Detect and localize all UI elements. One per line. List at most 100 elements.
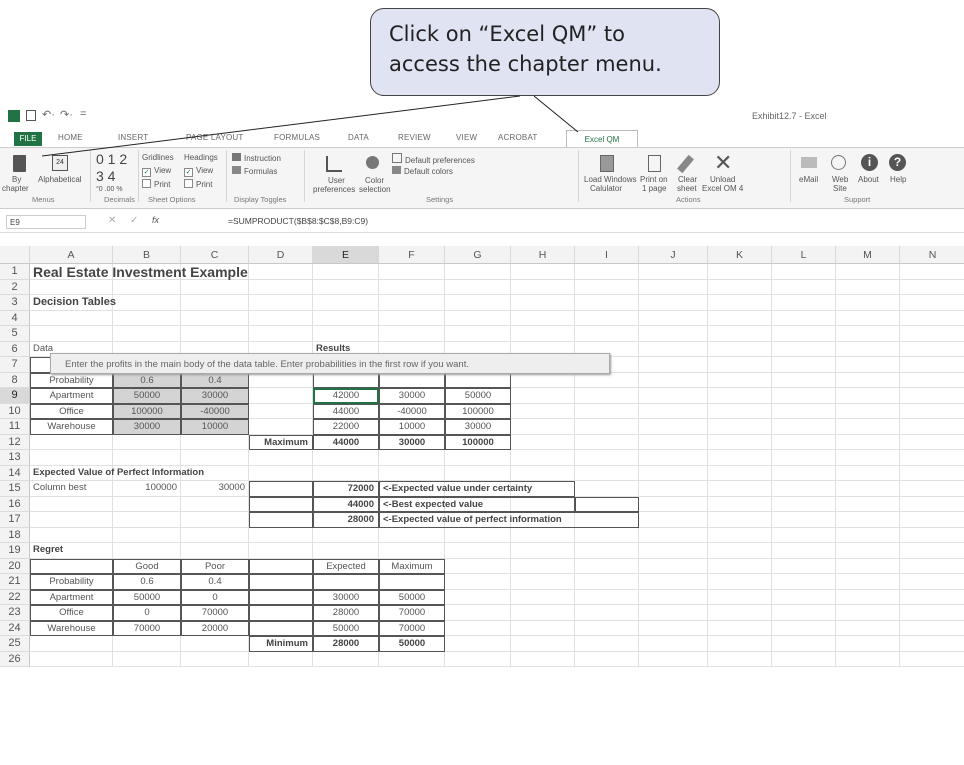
instruction-toggle[interactable]: Instruction xyxy=(232,153,281,163)
row-header-12[interactable]: 12 xyxy=(0,434,30,450)
column-header-b[interactable]: B xyxy=(113,246,181,264)
section-evpi[interactable]: Expected Value of Perfect Information xyxy=(30,466,313,482)
data-cell[interactable]: Office xyxy=(30,403,113,419)
maximum-value[interactable]: 30000 xyxy=(379,434,445,450)
row-header-3[interactable]: 3 xyxy=(0,295,30,311)
row-header-17[interactable]: 17 xyxy=(0,512,30,528)
print-one-page-button[interactable]: Print on 1 page xyxy=(636,152,672,194)
column-header-f[interactable]: F xyxy=(379,246,445,264)
data-cell[interactable]: 30000 xyxy=(445,419,511,435)
tab-view[interactable]: VIEW xyxy=(456,133,477,142)
save-icon[interactable] xyxy=(26,110,36,121)
evpi-value[interactable]: 28000 xyxy=(313,512,379,528)
tab-excel-qm[interactable]: Excel QM xyxy=(566,130,638,148)
headings-print-checkbox[interactable]: Print xyxy=(184,179,212,189)
help-button[interactable]: ? Help xyxy=(884,152,912,194)
data-cell[interactable]: -40000 xyxy=(181,403,249,419)
minimum-label[interactable]: Minimum xyxy=(249,636,313,652)
row-header-24[interactable]: 24 xyxy=(0,620,30,636)
empty-cell[interactable] xyxy=(313,574,379,590)
row-header-2[interactable]: 2 xyxy=(0,279,30,295)
evpi-label[interactable]: <-Expected value under certainty xyxy=(379,481,575,497)
row-header-1[interactable]: 1 xyxy=(0,264,30,280)
undo-icon[interactable]: ↶· xyxy=(42,108,55,121)
row-header-7[interactable]: 7 xyxy=(0,357,30,373)
sheet-title[interactable]: Real Estate Investment Example xyxy=(30,264,313,280)
column-header-i[interactable]: I xyxy=(575,246,639,264)
row-header-9[interactable]: 9 xyxy=(0,388,30,404)
tab-formulas[interactable]: FORMULAS xyxy=(274,133,320,142)
about-button[interactable]: i About xyxy=(854,152,884,194)
row-header-18[interactable]: 18 xyxy=(0,527,30,543)
row-header-19[interactable]: 19 xyxy=(0,543,30,559)
table-header-cell[interactable]: Poor xyxy=(181,558,249,574)
empty-cell[interactable] xyxy=(249,589,313,605)
empty-cell[interactable] xyxy=(249,558,313,574)
tab-acrobat[interactable]: ACROBAT xyxy=(498,133,537,142)
row-header-16[interactable]: 16 xyxy=(0,496,30,512)
column-header-n[interactable]: N xyxy=(900,246,964,264)
regret-cell[interactable]: 28000 xyxy=(313,605,379,621)
customize-quick-access-icon[interactable]: = xyxy=(80,108,86,120)
regret-cell[interactable]: 70000 xyxy=(113,620,181,636)
data-cell[interactable]: 30000 xyxy=(379,388,445,404)
section-decision-tables[interactable]: Decision Tables xyxy=(30,295,181,311)
regret-cell[interactable]: 0 xyxy=(113,605,181,621)
column-header-j[interactable]: J xyxy=(639,246,708,264)
empty-cell[interactable] xyxy=(249,496,313,512)
data-cell[interactable]: 10000 xyxy=(379,419,445,435)
tab-review[interactable]: REVIEW xyxy=(398,133,431,142)
row-header-25[interactable]: 25 xyxy=(0,636,30,652)
row-header-13[interactable]: 13 xyxy=(0,450,30,466)
tab-data[interactable]: DATA xyxy=(348,133,369,142)
empty-cell[interactable] xyxy=(575,496,639,512)
row-header-5[interactable]: 5 xyxy=(0,326,30,342)
probability-cell[interactable]: 0.4 xyxy=(181,574,249,590)
decimals-row-2[interactable]: 3 4 xyxy=(96,168,115,184)
regret-cell[interactable]: 20000 xyxy=(181,620,249,636)
row-header-14[interactable]: 14 xyxy=(0,465,30,481)
empty-cell[interactable] xyxy=(249,481,313,497)
decimals-row-1[interactable]: 0 1 2 xyxy=(96,151,127,167)
row-header-4[interactable]: 4 xyxy=(0,310,30,326)
empty-cell[interactable] xyxy=(379,574,445,590)
data-cell[interactable]: 10000 xyxy=(181,419,249,435)
unload-excel-om-button[interactable]: ✕ Unload Excel OM 4 xyxy=(700,150,746,194)
regret-cell[interactable]: 70000 xyxy=(181,605,249,621)
fx-icon[interactable]: fx xyxy=(152,215,159,225)
row-header-8[interactable]: 8 xyxy=(0,372,30,388)
select-all-corner[interactable] xyxy=(0,246,30,264)
column-header-m[interactable]: M xyxy=(836,246,900,264)
column-best-poor[interactable]: 30000 xyxy=(181,481,249,497)
column-header-d[interactable]: D xyxy=(249,246,313,264)
empty-cell[interactable] xyxy=(249,512,313,528)
data-cell[interactable]: 50000 xyxy=(113,388,181,404)
evpi-label[interactable]: <-Expected value of perfect information xyxy=(379,512,639,528)
tab-home[interactable]: HOME xyxy=(58,133,83,142)
by-chapter-button[interactable]: By chapter xyxy=(2,152,34,196)
column-header-c[interactable]: C xyxy=(181,246,249,264)
column-header-k[interactable]: K xyxy=(708,246,772,264)
row-header-20[interactable]: 20 xyxy=(0,558,30,574)
maximum-value[interactable]: 100000 xyxy=(445,434,511,450)
redo-icon[interactable]: ↷· xyxy=(60,108,73,121)
color-selection-button[interactable]: Color selection xyxy=(356,152,391,194)
cancel-icon[interactable]: ✕ xyxy=(108,215,116,226)
load-calculator-button[interactable]: Load Windows Calulator xyxy=(580,152,636,194)
probability-cell[interactable]: Probability xyxy=(30,574,113,590)
data-cell[interactable]: Warehouse xyxy=(30,419,113,435)
clear-sheet-button[interactable]: Clear sheet xyxy=(672,152,700,194)
row-header-23[interactable]: 23 xyxy=(0,605,30,621)
empty-cell[interactable] xyxy=(249,574,313,590)
maximum-label[interactable]: Maximum xyxy=(249,434,313,450)
user-preferences-button[interactable]: User preferences xyxy=(312,152,356,194)
section-regret[interactable]: Regret xyxy=(30,543,113,559)
regret-cell[interactable]: 0 xyxy=(181,589,249,605)
headings-view-checkbox[interactable]: ✓ View xyxy=(184,166,213,177)
regret-cell[interactable]: 30000 xyxy=(313,589,379,605)
alphabetical-button[interactable]: 24 Alphabetical xyxy=(36,152,84,196)
regret-cell[interactable]: Office xyxy=(30,605,113,621)
tab-file[interactable]: FILE xyxy=(14,132,42,146)
minimum-value[interactable]: 50000 xyxy=(379,636,445,652)
data-cell[interactable]: 44000 xyxy=(313,403,379,419)
